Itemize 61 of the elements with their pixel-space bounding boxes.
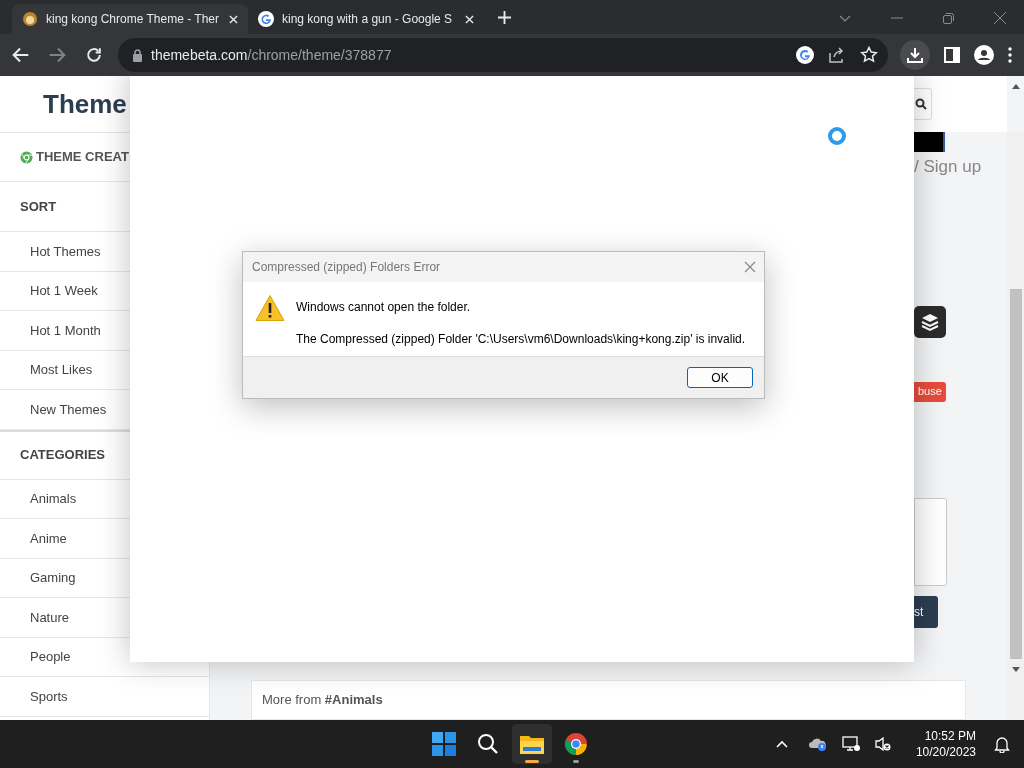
site-logo[interactable]: Theme — [43, 84, 127, 124]
chrome-icon — [20, 150, 33, 164]
chrome-icon — [564, 732, 588, 756]
star-icon[interactable] — [860, 46, 878, 64]
google-icon — [258, 11, 274, 27]
address-bar[interactable]: themebeta.com/chrome/theme/378877 — [118, 38, 888, 72]
reload-icon[interactable] — [84, 45, 104, 65]
download-icon — [906, 46, 924, 64]
tab-search-icon[interactable] — [839, 14, 851, 22]
clock-date[interactable]: 10/20/2023 — [915, 744, 976, 760]
share-icon[interactable] — [828, 46, 846, 64]
sidebar-link[interactable]: Hot Themes — [30, 241, 101, 261]
dialog-title: Compressed (zipped) Folders Error — [252, 259, 441, 276]
dialog-heading: Windows cannot open the folder. — [296, 299, 472, 316]
layers-icon[interactable] — [914, 305, 946, 338]
google-icon[interactable] — [796, 46, 814, 64]
chevron-up-icon[interactable] — [775, 740, 788, 748]
search-icon — [477, 733, 499, 755]
muted-speaker-icon[interactable] — [873, 736, 892, 752]
sidebar-link[interactable]: Anime — [30, 528, 67, 548]
cloud-icon[interactable] — [807, 736, 828, 752]
submit-button[interactable]: st — [914, 595, 938, 628]
sidebar-link[interactable]: People — [30, 647, 71, 667]
network-icon[interactable] — [841, 736, 860, 752]
sidebar-link[interactable]: Hot 1 Month — [30, 320, 101, 340]
dialog-message: The Compressed (zipped) Folder 'C:\Users\vm6\Downloads\king+kong.zip' is invalid. — [296, 331, 746, 348]
windows-start-icon — [432, 732, 456, 756]
comment-field[interactable] — [914, 497, 947, 586]
warning-icon — [255, 294, 285, 322]
lock-icon — [132, 48, 143, 62]
profile-icon[interactable] — [974, 45, 994, 65]
search-icon — [915, 98, 927, 110]
sidebar-link[interactable]: New Themes — [30, 399, 107, 419]
sidebar-link[interactable]: Sports — [30, 686, 68, 706]
taskbar-app-button[interactable] — [512, 724, 552, 764]
sidebar-link[interactable]: Animals — [30, 489, 77, 509]
restore-icon[interactable] — [943, 12, 954, 24]
ok-button[interactable]: OK — [687, 367, 753, 388]
folder-icon — [519, 733, 545, 755]
loading-spinner-icon — [827, 126, 847, 146]
theme-creator-link[interactable]: THEME CREAT — [36, 147, 129, 167]
report-abuse-button[interactable]: buse — [914, 381, 946, 402]
menu-icon[interactable] — [1008, 47, 1012, 63]
scroll-down-icon[interactable] — [1011, 667, 1020, 672]
download-button[interactable] — [900, 40, 930, 70]
sidebar-link[interactable]: Gaming — [30, 568, 76, 588]
new-tab-icon[interactable] — [498, 11, 511, 24]
side-panel-icon[interactable] — [944, 47, 960, 63]
section-heading: CATEGORIES — [20, 446, 105, 465]
section-heading: SORT — [20, 197, 57, 216]
more-from-heading: More from #Animals — [262, 691, 383, 710]
browser-tab[interactable]: king kong Chrome Theme - Ther — [12, 4, 248, 34]
clock-time[interactable]: 10:52 PM — [924, 728, 976, 744]
scroll-up-icon[interactable] — [1011, 84, 1020, 89]
banner-strip — [914, 132, 945, 152]
scroll-thumb[interactable] — [1009, 289, 1022, 659]
sidebar-link[interactable]: Hot 1 Week — [30, 281, 98, 301]
sidebar-link[interactable]: Nature — [30, 607, 70, 627]
sidebar-link[interactable]: Most Likes — [30, 360, 93, 380]
notification-bell-icon[interactable] — [994, 735, 1010, 753]
url-text: themebeta.com/chrome/theme/378877 — [151, 45, 392, 65]
